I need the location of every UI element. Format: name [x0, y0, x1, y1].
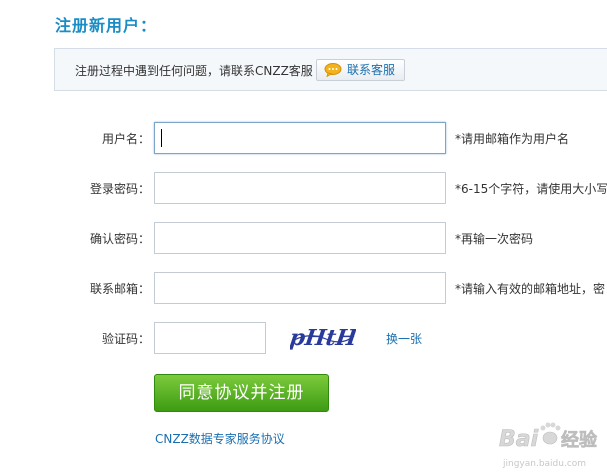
contact-service-button[interactable]: 联系客服: [316, 59, 405, 81]
password-label: 登录密码：: [89, 182, 150, 196]
agree-and-register-button[interactable]: 同意协议并注册: [154, 374, 329, 412]
help-notice-bar: 注册过程中遇到任何问题，请联系CNZZ客服 联系客服: [54, 48, 607, 91]
text-caret: [161, 129, 162, 147]
svg-text:jingyan.baidu.com: jingyan.baidu.com: [502, 459, 586, 469]
password-input[interactable]: [154, 172, 446, 204]
username-label: 用户名：: [101, 132, 150, 146]
refresh-captcha-link[interactable]: 换一张: [386, 330, 422, 347]
registration-page: 注册新用户： 注册过程中遇到任何问题，请联系CNZZ客服 联系客服 用户名： *…: [0, 0, 607, 474]
email-hint: *请输入有效的邮箱地址，密: [455, 282, 606, 296]
confirm-password-label: 确认密码：: [89, 232, 150, 246]
svg-text:经验: 经验: [561, 429, 598, 451]
baidu-paw-icon: [540, 422, 561, 445]
page-title: 注册新用户：: [55, 16, 158, 35]
confirm-password-input[interactable]: [154, 222, 446, 254]
username-input[interactable]: [154, 122, 446, 154]
confirm-password-hint: *再输一次密码: [455, 232, 534, 246]
username-hint: *请用邮箱作为用户名: [455, 132, 570, 146]
contact-service-label: 联系客服: [347, 63, 396, 77]
baidu-jingyan-watermark: Bai 经验 jingyan.baidu.com: [499, 422, 598, 469]
chat-bubble-icon: [324, 63, 342, 77]
captcha-input[interactable]: [154, 322, 266, 354]
email-label: 联系邮箱：: [89, 282, 150, 296]
captcha-label: 验证码：: [101, 332, 150, 346]
captcha-image[interactable]: pHtH: [290, 322, 356, 352]
svg-text:Bai: Bai: [499, 427, 539, 452]
service-agreement-link[interactable]: CNZZ数据专家服务协议: [155, 430, 285, 447]
email-input[interactable]: [154, 272, 446, 304]
password-hint: *6-15个字符，请使用大小写: [455, 182, 607, 196]
help-notice-text: 注册过程中遇到任何问题，请联系CNZZ客服: [75, 64, 313, 78]
